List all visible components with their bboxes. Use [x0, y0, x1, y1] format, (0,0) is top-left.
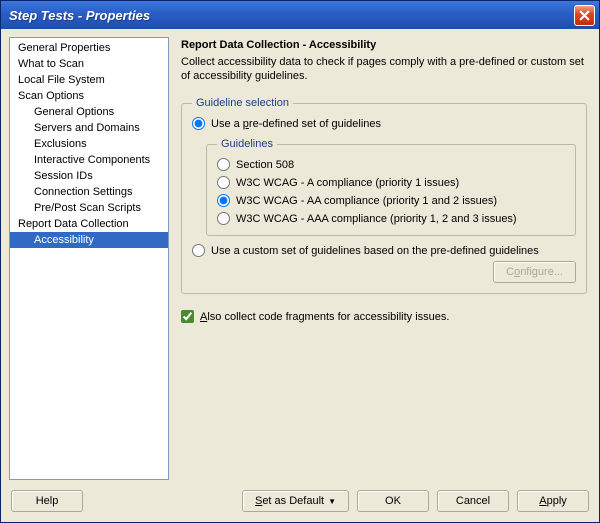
checkbox-collect-fragments[interactable]	[181, 310, 194, 323]
radio-wcag-aaa-label: W3C WCAG - AAA compliance (priority 1, 2…	[236, 213, 517, 225]
configure-button[interactable]: Configure...	[493, 261, 576, 283]
tree-item-general-properties[interactable]: General Properties	[10, 40, 168, 56]
radio-section-508-label: Section 508	[236, 159, 294, 171]
panel-description: Collect accessibility data to check if p…	[181, 55, 587, 83]
set-as-default-button[interactable]: Set as Default ▼	[242, 490, 349, 512]
guidelines-group: Guidelines Section 508 W3C WCAG - A comp…	[206, 138, 576, 236]
button-bar: Help Set as Default ▼ OK Cancel Apply	[1, 484, 599, 522]
radio-wcag-aaa[interactable]	[217, 212, 230, 225]
tree-item-report-data-collection[interactable]: Report Data Collection	[10, 216, 168, 232]
radio-section-508[interactable]	[217, 158, 230, 171]
nav-tree[interactable]: General Properties What to Scan Local Fi…	[9, 37, 169, 480]
close-button[interactable]	[574, 5, 595, 26]
close-icon	[579, 10, 590, 21]
radio-wcag-a-label: W3C WCAG - A compliance (priority 1 issu…	[236, 177, 459, 189]
radio-use-predefined[interactable]	[192, 117, 205, 130]
tree-item-session-ids[interactable]: Session IDs	[10, 168, 168, 184]
guidelines-legend: Guidelines	[217, 138, 277, 150]
tree-item-exclusions[interactable]: Exclusions	[10, 136, 168, 152]
radio-wcag-aa[interactable]	[217, 194, 230, 207]
help-button[interactable]: Help	[11, 490, 83, 512]
tree-item-connection-settings[interactable]: Connection Settings	[10, 184, 168, 200]
tree-item-scan-options[interactable]: Scan Options	[10, 88, 168, 104]
radio-wcag-a[interactable]	[217, 176, 230, 189]
radio-use-custom-label: Use a custom set of guidelines based on …	[211, 245, 539, 257]
guideline-selection-legend: Guideline selection	[192, 97, 293, 109]
tree-item-interactive-components[interactable]: Interactive Components	[10, 152, 168, 168]
apply-button[interactable]: Apply	[517, 490, 589, 512]
radio-use-custom[interactable]	[192, 244, 205, 257]
tree-item-pre-post-scripts[interactable]: Pre/Post Scan Scripts	[10, 200, 168, 216]
chevron-down-icon: ▼	[328, 497, 336, 506]
main-panel: Report Data Collection - Accessibility C…	[177, 37, 591, 480]
checkbox-collect-fragments-label: Also collect code fragments for accessib…	[200, 311, 449, 323]
guideline-selection-group: Guideline selection Use a pre-defined se…	[181, 97, 587, 294]
tree-item-general-options[interactable]: General Options	[10, 104, 168, 120]
tree-item-accessibility[interactable]: Accessibility	[10, 232, 168, 248]
radio-use-predefined-label: Use a pre-defined set of guidelines	[211, 118, 381, 130]
cancel-button[interactable]: Cancel	[437, 490, 509, 512]
dialog-window: Step Tests - Properties General Properti…	[0, 0, 600, 523]
tree-item-servers-domains[interactable]: Servers and Domains	[10, 120, 168, 136]
ok-button[interactable]: OK	[357, 490, 429, 512]
tree-item-what-to-scan[interactable]: What to Scan	[10, 56, 168, 72]
panel-heading: Report Data Collection - Accessibility	[181, 39, 587, 51]
window-title: Step Tests - Properties	[9, 8, 574, 23]
tree-item-local-file-system[interactable]: Local File System	[10, 72, 168, 88]
radio-wcag-aa-label: W3C WCAG - AA compliance (priority 1 and…	[236, 195, 497, 207]
titlebar: Step Tests - Properties	[1, 1, 599, 29]
